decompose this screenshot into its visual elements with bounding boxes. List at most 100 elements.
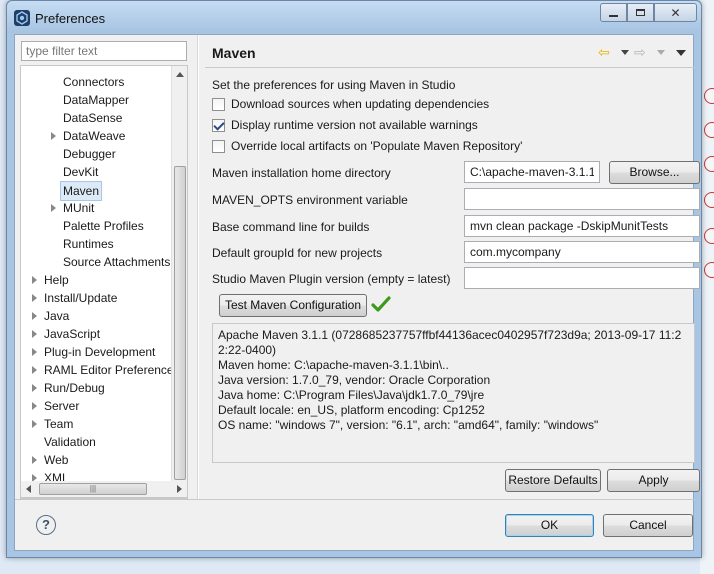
ok-button[interactable]: OK <box>505 514 594 537</box>
expand-arrow-icon[interactable] <box>51 132 56 140</box>
browse-button[interactable]: Browse... <box>609 161 700 184</box>
tree-item[interactable]: Maven <box>21 181 171 201</box>
base-command-input[interactable] <box>464 215 700 237</box>
pane-sash[interactable] <box>197 35 199 500</box>
tree-item[interactable]: Server <box>21 397 171 415</box>
maven-opts-label: MAVEN_OPTS environment variable <box>212 193 408 207</box>
group-id-input[interactable] <box>464 241 700 263</box>
tree-item-label: Debugger <box>63 147 116 161</box>
background-error-icon <box>704 88 714 104</box>
display-runtime-checkbox[interactable] <box>212 118 225 132</box>
tree-item[interactable]: Help <box>21 271 171 289</box>
expand-arrow-icon[interactable] <box>32 348 37 356</box>
preference-tree[interactable]: XML Web Validation Team Server Run/Debug RAML … <box>20 65 188 499</box>
tree-item[interactable]: Debugger <box>21 145 171 163</box>
help-icon[interactable]: ? <box>36 515 56 535</box>
back-arrow-icon[interactable]: ⇦ <box>598 44 610 60</box>
mule-studio-icon <box>14 10 30 26</box>
apply-button[interactable]: Apply <box>607 469 700 492</box>
tree-item[interactable]: DataWeave <box>21 127 171 145</box>
restore-defaults-button[interactable]: Restore Defaults <box>505 469 601 492</box>
close-button[interactable]: ✕ <box>654 3 697 22</box>
tree-item[interactable]: Plug-in Development <box>21 343 171 361</box>
test-maven-configuration-button[interactable]: Test Maven Configuration <box>219 294 367 317</box>
expand-arrow-icon[interactable] <box>32 456 37 464</box>
scroll-thumb-horizontal[interactable]: ||| <box>39 483 147 495</box>
tree-item-label: Runtimes <box>63 237 114 251</box>
preferences-dialog: Preferences ✕ XMLWebValidationTeamServer… <box>6 0 702 558</box>
display-runtime-checkbox-row[interactable]: Display runtime version not available wa… <box>212 117 478 133</box>
tree-item-label: Maven <box>60 181 103 201</box>
output-line: Java version: 1.7.0_79, vendor: Oracle C… <box>218 373 491 387</box>
expand-arrow-icon[interactable] <box>32 384 37 392</box>
background-error-icon <box>704 228 714 244</box>
expand-arrow-icon[interactable] <box>32 276 37 284</box>
tree-item-label: Connectors <box>63 75 125 89</box>
tree-item-label: DataSense <box>63 111 123 125</box>
tree-item-label: Source Attachments <box>63 255 171 269</box>
tree-item[interactable]: Run/Debug <box>21 379 171 397</box>
plugin-version-input[interactable] <box>464 267 700 289</box>
expand-arrow-icon[interactable] <box>51 204 56 212</box>
maven-opts-input[interactable] <box>464 188 700 210</box>
background-error-icon <box>704 192 714 208</box>
filter-input[interactable] <box>21 41 187 61</box>
download-sources-checkbox[interactable] <box>212 97 225 111</box>
minimize-button[interactable] <box>600 3 627 22</box>
view-menu-icon[interactable] <box>676 50 686 56</box>
tree-item[interactable]: Source Attachments <box>21 253 171 271</box>
forward-history-dropdown-icon[interactable] <box>657 50 665 55</box>
expand-arrow-icon[interactable] <box>32 402 37 410</box>
download-sources-label: Download sources when updating dependenc… <box>231 97 490 111</box>
output-line: OS name: "windows 7", version: "6.1", ar… <box>218 418 599 432</box>
expand-arrow-icon[interactable] <box>32 312 37 320</box>
expand-arrow-icon[interactable] <box>32 330 37 338</box>
tree-item-label: Palette Profiles <box>63 219 144 233</box>
tree-item-label: Validation <box>44 435 96 449</box>
tree-item[interactable]: Team <box>21 415 171 433</box>
cancel-button[interactable]: Cancel <box>603 514 693 537</box>
maximize-button[interactable] <box>627 3 654 22</box>
tree-item[interactable]: Validation <box>21 433 171 451</box>
tree-item[interactable]: Connectors <box>21 73 171 91</box>
tree-horizontal-scrollbar[interactable]: ||| <box>20 481 188 498</box>
tree-item[interactable]: Install/Update <box>21 289 171 307</box>
tree-vertical-scrollbar[interactable] <box>171 66 187 498</box>
download-sources-checkbox-row[interactable]: Download sources when updating dependenc… <box>212 96 489 112</box>
page-description: Set the preferences for using Maven in S… <box>212 78 456 92</box>
scroll-up-icon[interactable] <box>176 72 184 77</box>
tree-item[interactable]: Java <box>21 307 171 325</box>
output-line: Default locale: en_US, platform encoding… <box>218 403 485 417</box>
expand-arrow-icon[interactable] <box>32 366 37 374</box>
window-controls: ✕ <box>600 3 697 23</box>
override-local-checkbox-row[interactable]: Override local artifacts on 'Populate Ma… <box>212 138 522 154</box>
tree-item[interactable]: DataMapper <box>21 91 171 109</box>
tree-item[interactable]: Palette Profiles <box>21 217 171 235</box>
display-runtime-label: Display runtime version not available wa… <box>231 118 478 132</box>
dialog-body: XMLWebValidationTeamServerRun/DebugRAML … <box>14 34 700 551</box>
scroll-left-icon[interactable] <box>26 485 31 493</box>
maven-home-label: Maven installation home directory <box>212 166 391 180</box>
maven-home-input[interactable] <box>464 161 600 183</box>
override-local-checkbox[interactable] <box>212 139 225 153</box>
tree-item[interactable]: RAML Editor Preferences <box>21 361 180 379</box>
override-local-label: Override local artifacts on 'Populate Ma… <box>231 139 523 153</box>
plugin-version-label: Studio Maven Plugin version (empty = lat… <box>212 272 451 286</box>
expand-arrow-icon[interactable] <box>32 294 37 302</box>
tree-item[interactable]: Web <box>21 451 171 469</box>
footer-separator <box>15 499 695 500</box>
scroll-thumb[interactable] <box>174 166 186 480</box>
tree-item[interactable]: JavaScript <box>21 325 171 343</box>
maven-test-output: Apache Maven 3.1.1 (0728685237757ffbf441… <box>212 323 695 463</box>
tree-item[interactable]: MUnit <box>21 199 171 217</box>
title-bar[interactable]: Preferences ✕ <box>7 1 701 33</box>
expand-arrow-icon[interactable] <box>32 420 37 428</box>
tree-item[interactable]: Runtimes <box>21 235 171 253</box>
tree-item-label: Run/Debug <box>44 381 105 395</box>
tree-item[interactable]: DataSense <box>21 109 171 127</box>
scroll-right-icon[interactable] <box>177 485 182 493</box>
forward-arrow-icon[interactable]: ⇨ <box>634 44 646 60</box>
group-id-label: Default groupId for new projects <box>212 246 383 260</box>
back-history-dropdown-icon[interactable] <box>621 50 629 55</box>
tree-item[interactable]: DevKit <box>21 163 171 181</box>
